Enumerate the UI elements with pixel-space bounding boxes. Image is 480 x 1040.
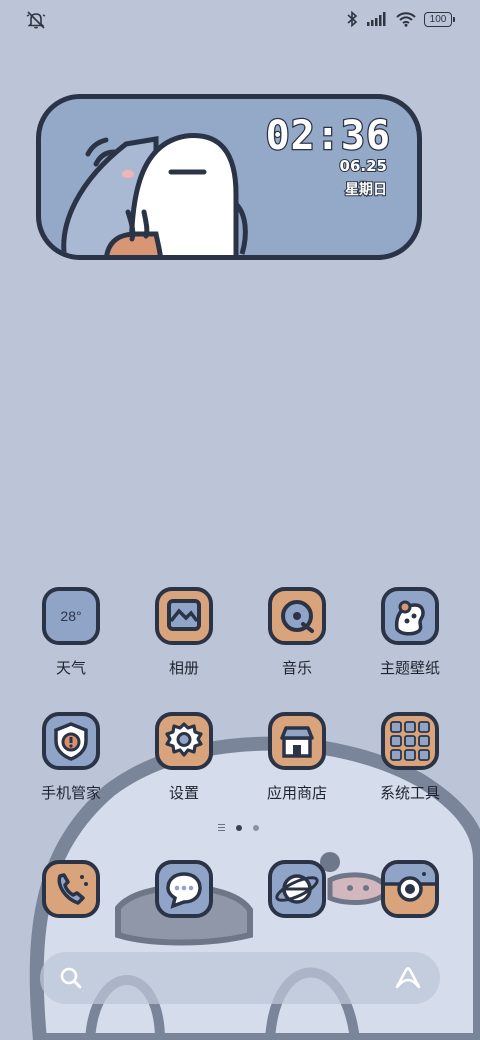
page-dot-active[interactable] <box>236 824 242 831</box>
app-theme[interactable]: 主题壁纸 <box>354 587 466 678</box>
dock-phone[interactable] <box>15 860 127 918</box>
gear-icon[interactable] <box>155 712 213 770</box>
cellular-signal-icon <box>367 12 386 26</box>
app-store[interactable]: 应用商店 <box>241 712 353 803</box>
page-dot[interactable] <box>253 824 259 831</box>
store-icon[interactable] <box>268 712 326 770</box>
wifi-icon <box>396 11 416 27</box>
app-tools-folder[interactable]: 系统工具 <box>354 712 466 803</box>
app-label: 相册 <box>168 659 199 677</box>
tools-folder-icon[interactable] <box>381 712 439 770</box>
gallery-icon[interactable] <box>155 587 213 645</box>
app-label: 系统工具 <box>379 784 440 802</box>
browser-icon[interactable] <box>268 860 326 918</box>
music-icon[interactable] <box>268 587 326 645</box>
app-label: 手机管家 <box>40 784 101 802</box>
search-bar[interactable] <box>40 952 440 1004</box>
page-list-icon <box>218 824 225 831</box>
clock-time: 02:36 <box>264 112 391 161</box>
app-settings[interactable]: 设置 <box>128 712 240 803</box>
weather-temperature: 28° <box>60 608 82 624</box>
page-indicator[interactable] <box>218 824 259 831</box>
weather-icon[interactable]: 28° <box>42 587 100 645</box>
phone-icon[interactable] <box>42 860 100 918</box>
clock-date: 06.25 <box>339 156 388 176</box>
clock-widget[interactable]: 02:36 06.25 星期日 <box>36 94 422 260</box>
app-label: 天气 <box>55 659 86 677</box>
app-gallery[interactable]: 相册 <box>128 587 240 678</box>
muted-bell-icon <box>26 11 46 29</box>
security-icon[interactable] <box>42 712 100 770</box>
clock-weekday: 星期日 <box>344 181 388 199</box>
app-label: 设置 <box>168 784 199 802</box>
camera-icon[interactable] <box>381 860 439 918</box>
assistant-icon[interactable] <box>394 966 422 990</box>
app-weather[interactable]: 28° 天气 <box>15 587 127 678</box>
app-label: 音乐 <box>281 659 312 677</box>
messages-icon[interactable] <box>155 860 213 918</box>
dock-messages[interactable] <box>128 860 240 918</box>
theme-icon[interactable] <box>381 587 439 645</box>
app-label: 应用商店 <box>266 784 327 802</box>
app-security[interactable]: 手机管家 <box>15 712 127 803</box>
battery-indicator: 100 <box>424 11 455 27</box>
dock-camera[interactable] <box>354 860 466 918</box>
status-bar: 100 <box>0 0 480 40</box>
search-icon[interactable] <box>58 965 84 991</box>
app-music[interactable]: 音乐 <box>241 587 353 678</box>
bluetooth-icon <box>347 10 358 28</box>
app-label: 主题壁纸 <box>379 659 440 677</box>
dock-browser[interactable] <box>241 860 353 918</box>
